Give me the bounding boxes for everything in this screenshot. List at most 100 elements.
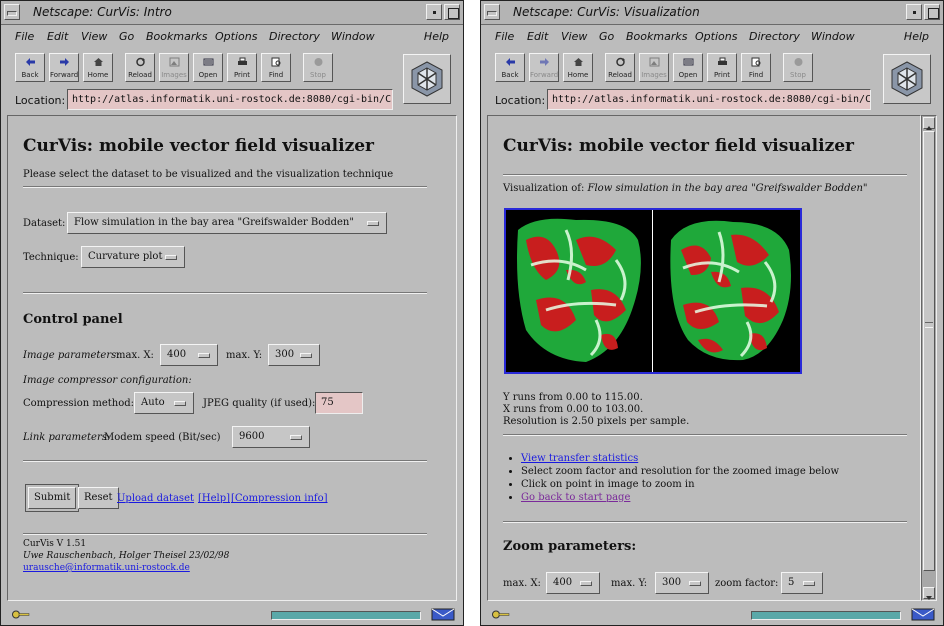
dataset-select[interactable]: Flow simulation in the bay area "Greifsw…: [67, 212, 387, 234]
print-button[interactable]: Print: [227, 53, 257, 82]
menu-directory[interactable]: Directory: [269, 30, 320, 43]
curvature-plot-image: [517, 218, 791, 362]
technique-value: Curvature plot: [88, 251, 163, 262]
menu-directory[interactable]: Directory: [749, 30, 800, 43]
help-link[interactable]: [Help]: [198, 493, 230, 504]
window-menu-button[interactable]: [4, 4, 20, 20]
scroll-up-button[interactable]: [923, 117, 935, 130]
compression-label: Compression method:: [23, 398, 135, 409]
viz-of-text: Visualization of: Flow simulation in the…: [503, 183, 868, 194]
images-button[interactable]: Images: [159, 53, 189, 82]
reload-button[interactable]: Reload: [605, 53, 635, 82]
technique-select[interactable]: Curvature plot: [81, 246, 185, 268]
reload-button[interactable]: Reload: [125, 53, 155, 82]
print-button[interactable]: Print: [707, 53, 737, 82]
stop-button[interactable]: Stop: [303, 53, 333, 82]
home-button[interactable]: Home: [83, 53, 113, 82]
title-bar[interactable]: Netscape: CurVis: Visualization: [481, 1, 943, 25]
find-button[interactable]: Find: [741, 53, 771, 82]
left-plot: [517, 218, 641, 362]
netscape-logo-icon: [411, 61, 443, 97]
page-title: CurVis: mobile vector field visualizer: [23, 136, 374, 156]
menu-edit[interactable]: Edit: [47, 30, 68, 43]
zoom-maxx-select[interactable]: 400: [546, 572, 600, 594]
divider: [503, 521, 907, 523]
menu-help[interactable]: Help: [424, 30, 449, 43]
back-button[interactable]: Back: [495, 53, 525, 82]
find-button[interactable]: Find: [261, 53, 291, 82]
jpeg-quality-input[interactable]: 75: [315, 392, 363, 414]
compression-select[interactable]: Auto: [134, 392, 194, 414]
back-button[interactable]: Back: [15, 53, 45, 82]
menu-file[interactable]: File: [15, 30, 34, 43]
open-button[interactable]: Open: [673, 53, 703, 82]
open-button[interactable]: Open: [193, 53, 223, 82]
transfer-stats-link[interactable]: View transfer statistics: [521, 453, 638, 464]
location-input[interactable]: http://atlas.informatik.uni-rostock.de:8…: [547, 89, 871, 110]
images-button[interactable]: Images: [639, 53, 669, 82]
menu-bookmarks[interactable]: Bookmarks: [146, 30, 207, 43]
minimize-button[interactable]: [906, 4, 922, 20]
zoom-maxy-select[interactable]: 300: [655, 572, 709, 594]
progress-bar: [751, 611, 901, 620]
visualization-image[interactable]: [504, 208, 802, 374]
reset-button[interactable]: Reset: [78, 487, 119, 509]
compression-info-link[interactable]: [Compression info]: [231, 493, 328, 504]
menu-window[interactable]: Window: [331, 30, 375, 43]
maximize-button[interactable]: [924, 4, 940, 20]
title-bar[interactable]: Netscape: CurVis: Intro: [1, 1, 463, 25]
window-menu-button[interactable]: [484, 4, 500, 20]
forward-button[interactable]: Forward: [49, 53, 79, 82]
menu-options[interactable]: Options: [695, 30, 737, 43]
netscape-logo[interactable]: [403, 54, 451, 104]
menu-options[interactable]: Options: [215, 30, 257, 43]
menu-view[interactable]: View: [561, 30, 587, 43]
viz-label: Visualization of:: [503, 183, 585, 194]
maxx-label: max. X:: [116, 350, 154, 361]
list-item: Select zoom factor and resolution for th…: [521, 465, 839, 478]
maximize-button[interactable]: [444, 4, 460, 20]
menu-edit[interactable]: Edit: [527, 30, 548, 43]
scroll-down-button[interactable]: [923, 587, 935, 600]
authors-text: Uwe Rauschenbach, Holger Theisel 23/02/9…: [23, 551, 230, 561]
menu-go[interactable]: Go: [119, 30, 134, 43]
netscape-logo-icon: [891, 61, 923, 97]
jpeg-label: JPEG quality (if used):: [203, 398, 316, 409]
modem-speed-select[interactable]: 9600: [232, 426, 310, 448]
security-key-icon[interactable]: [491, 609, 511, 620]
location-input[interactable]: http://atlas.informatik.uni-rostock.de:8…: [67, 89, 393, 110]
forward-button[interactable]: Forward: [529, 53, 559, 82]
minimize-button[interactable]: [426, 4, 442, 20]
maxy-select[interactable]: 300: [268, 344, 320, 366]
vertical-scrollbar[interactable]: [921, 115, 937, 601]
menu-window[interactable]: Window: [811, 30, 855, 43]
menu-go[interactable]: Go: [599, 30, 614, 43]
upload-dataset-link[interactable]: Upload dataset: [117, 493, 194, 504]
menu-bookmarks[interactable]: Bookmarks: [626, 30, 687, 43]
menu-help[interactable]: Help: [904, 30, 929, 43]
submit-button[interactable]: Submit: [24, 484, 80, 512]
stop-button[interactable]: Stop: [783, 53, 813, 82]
menu-view[interactable]: View: [81, 30, 107, 43]
divider: [23, 292, 427, 294]
security-key-icon[interactable]: [11, 609, 31, 620]
open-icon: [683, 58, 694, 66]
scroll-thumb[interactable]: [923, 131, 935, 571]
reload-label: Reload: [608, 71, 632, 79]
maxx-value: 400: [167, 349, 187, 360]
home-button[interactable]: Home: [563, 53, 593, 82]
forward-arrow-icon: [60, 58, 69, 66]
zoom-factor-select[interactable]: 5: [781, 572, 823, 594]
back-to-start-link[interactable]: Go back to start page: [521, 492, 630, 503]
mail-icon[interactable]: [911, 608, 935, 621]
images-label: Images: [161, 71, 187, 79]
window-title: Netscape: CurVis: Visualization: [513, 5, 700, 19]
reload-label: Reload: [128, 71, 152, 79]
email-link[interactable]: urausche@informatik.uni-rostock.de: [23, 563, 190, 573]
menu-file[interactable]: File: [495, 30, 514, 43]
zoom-maxy-label: max. Y:: [611, 578, 648, 589]
netscape-logo[interactable]: [883, 54, 931, 104]
page-content: CurVis: mobile vector field visualizer P…: [7, 115, 457, 601]
maxx-select[interactable]: 400: [160, 344, 218, 366]
mail-icon[interactable]: [431, 608, 455, 621]
